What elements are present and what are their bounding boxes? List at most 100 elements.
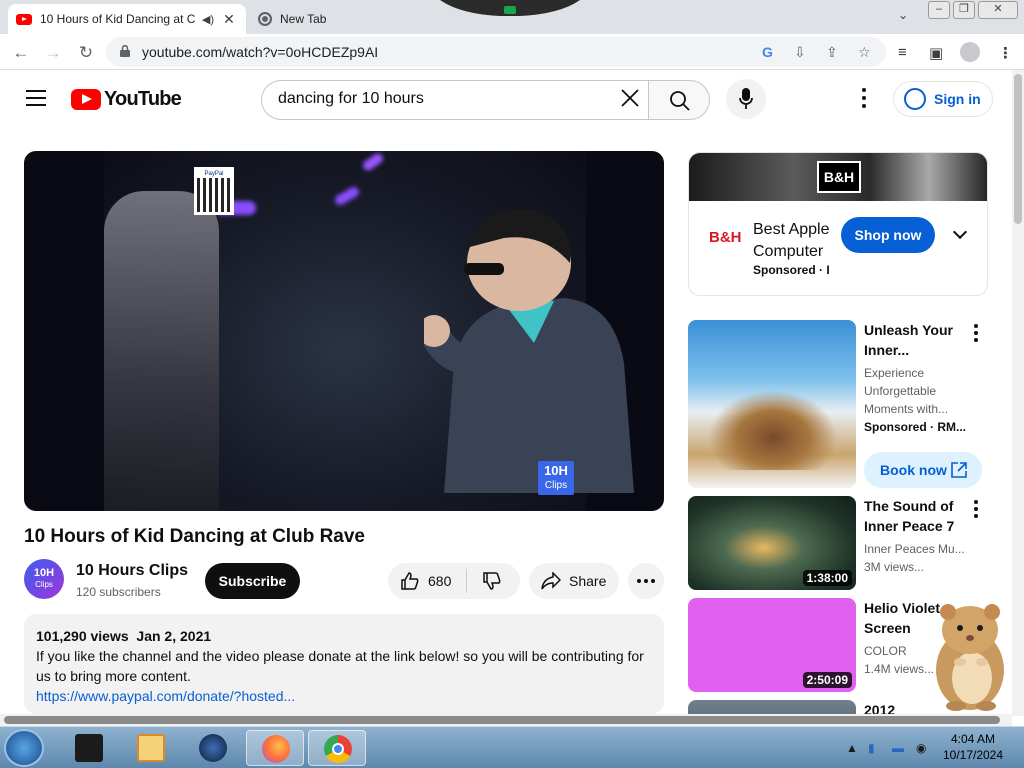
recommendation-title[interactable]: Unleash Your Inner...	[864, 320, 968, 360]
app-icon	[75, 734, 103, 762]
subscribe-button[interactable]: Subscribe	[205, 563, 300, 599]
close-window-button[interactable]: ✕	[978, 1, 1018, 19]
menu-hamburger-icon[interactable]	[26, 90, 46, 106]
network-icon[interactable]: ▬	[892, 741, 904, 755]
show-hidden-icons[interactable]: ▲	[846, 741, 858, 755]
start-button[interactable]	[4, 729, 44, 767]
youtube-logo[interactable]: YouTube	[71, 88, 182, 111]
tab-youtube[interactable]: 10 Hours of Kid Dancing at C ◀) ✕	[8, 4, 246, 34]
logo-text: YouTube	[104, 88, 182, 110]
voice-search-button[interactable]	[726, 79, 766, 119]
hamster-desktop-pet[interactable]	[926, 600, 1010, 712]
book-now-button[interactable]: Book now	[864, 452, 982, 488]
browser-menu-icon[interactable]: ⋮	[998, 44, 1013, 62]
upload-date: Jan 2, 2021	[136, 628, 212, 644]
address-bar[interactable]: youtube.com/watch?v=0oHCDEZp9AI G ⇩ ⇪ ☆	[106, 37, 886, 67]
description-box[interactable]: 101,290 views Jan 2, 2021 If you like th…	[24, 614, 664, 714]
channel-name[interactable]: 10 Hours Clips	[76, 562, 188, 580]
bookmark-star-icon[interactable]: ☆	[858, 44, 871, 61]
globe-icon	[199, 734, 227, 762]
reload-button[interactable]: ↻	[73, 40, 99, 66]
url-text: youtube.com/watch?v=0oHCDEZp9AI	[142, 44, 379, 60]
taskbar-app-firefox[interactable]	[246, 730, 304, 766]
ad-card[interactable]: B&H B&H Best Apple Computer Sponsored · …	[688, 152, 988, 296]
video-thumbnail[interactable]	[688, 320, 856, 488]
video-title: 10 Hours of Kid Dancing at Club Rave	[24, 526, 365, 547]
more-actions-button[interactable]	[628, 563, 664, 599]
recommendation-item[interactable]: Unleash Your Inner... Experience Unforge…	[688, 320, 998, 488]
tab-new-tab[interactable]: New Tab	[250, 4, 470, 34]
vertical-scrollbar[interactable]	[1012, 70, 1024, 716]
taskbar-app-media[interactable]	[122, 730, 180, 766]
speaker-icon[interactable]: ◀)	[202, 13, 214, 26]
share-page-icon[interactable]: ⇪	[826, 44, 838, 61]
watermark-top: 10H	[544, 463, 568, 478]
youtube-icon	[16, 13, 32, 25]
taskbar-app-window[interactable]	[60, 730, 118, 766]
youtube-header: YouTube Sign in	[0, 70, 1012, 128]
minimize-button[interactable]: –	[928, 1, 950, 19]
taskbar-app-chrome[interactable]	[308, 730, 366, 766]
tab-title: New Tab	[280, 12, 327, 26]
video-thumbnail[interactable]: 1:38:00	[688, 496, 856, 590]
side-panel-icon[interactable]: ▣	[929, 44, 943, 62]
kid-dancer	[424, 209, 634, 493]
thumbnail-people	[708, 390, 838, 470]
share-label: Share	[569, 573, 607, 589]
dot	[644, 579, 648, 583]
video-thumbnail[interactable]	[688, 700, 856, 714]
description-meta: 101,290 views Jan 2, 2021	[36, 626, 652, 646]
back-button[interactable]: ←	[8, 40, 34, 66]
horizontal-scrollbar[interactable]	[0, 714, 1012, 726]
avatar-bottom: Clips	[35, 580, 53, 589]
share-button[interactable]: Share	[529, 563, 619, 599]
thumbs-down-icon	[483, 572, 501, 590]
volume-icon[interactable]: ◉	[916, 741, 926, 755]
settings-kebab-icon[interactable]	[862, 88, 868, 112]
account-icon	[904, 88, 926, 110]
like-button[interactable]: 680	[388, 563, 466, 599]
channel-watermark: 10H Clips	[538, 461, 574, 495]
video-duration: 1:38:00	[802, 570, 852, 586]
taskbar-app-globe[interactable]	[184, 730, 242, 766]
ad-banner-image: B&H	[689, 153, 987, 201]
like-dislike-group: 680	[388, 563, 520, 599]
more-options-icon[interactable]	[974, 500, 978, 521]
avatar-top: 10H	[33, 567, 55, 579]
channel-avatar[interactable]: 10H Clips	[24, 559, 64, 599]
scroll-thumb[interactable]	[4, 716, 1000, 724]
media-player-icon	[137, 734, 165, 762]
donate-link[interactable]: https://www.paypal.com/donate/?hosted...	[36, 688, 295, 704]
shop-now-button[interactable]: Shop now	[841, 217, 935, 253]
tab-search-chevron-icon[interactable]: ⌄	[898, 8, 908, 22]
search-button[interactable]	[648, 80, 710, 120]
book-now-label: Book now	[880, 462, 947, 478]
google-icon[interactable]: G	[762, 44, 773, 60]
forward-button[interactable]: →	[40, 40, 66, 66]
chrome-icon	[258, 12, 272, 26]
close-tab-icon[interactable]: ✕	[220, 11, 238, 28]
media-controls-icon[interactable]: ≡	[898, 44, 907, 61]
recommendation-item[interactable]: 1:38:00 The Sound of Inner Peace 7 ... I…	[688, 496, 998, 590]
ad-title-line: Best Apple	[753, 221, 830, 238]
scroll-thumb[interactable]	[1014, 74, 1022, 224]
bluetooth-icon[interactable]: ▮	[868, 741, 875, 755]
video-player[interactable]: PayPal 10H Clips	[24, 151, 664, 511]
system-clock[interactable]: 4:04 AM 10/17/2024	[936, 731, 1010, 763]
video-thumbnail[interactable]: 2:50:09	[688, 598, 856, 692]
search-box	[261, 80, 649, 120]
dislike-button[interactable]	[472, 563, 516, 599]
search-icon	[670, 91, 690, 111]
recommendation-title[interactable]: The Sound of Inner Peace 7 ...	[864, 496, 968, 536]
clear-search-icon[interactable]	[620, 88, 640, 108]
install-icon[interactable]: ⇩	[794, 44, 806, 61]
chrome-icon	[324, 735, 352, 763]
restore-button[interactable]: ❐	[953, 1, 975, 19]
search-input[interactable]	[278, 90, 608, 108]
profile-avatar[interactable]	[960, 42, 980, 62]
recommendation-channel[interactable]: Inner Peaces Mu...	[864, 540, 968, 558]
chevron-down-icon[interactable]	[952, 224, 968, 240]
sign-in-button[interactable]: Sign in	[893, 81, 993, 117]
microphone-icon	[739, 88, 753, 109]
more-options-icon[interactable]	[974, 324, 978, 345]
